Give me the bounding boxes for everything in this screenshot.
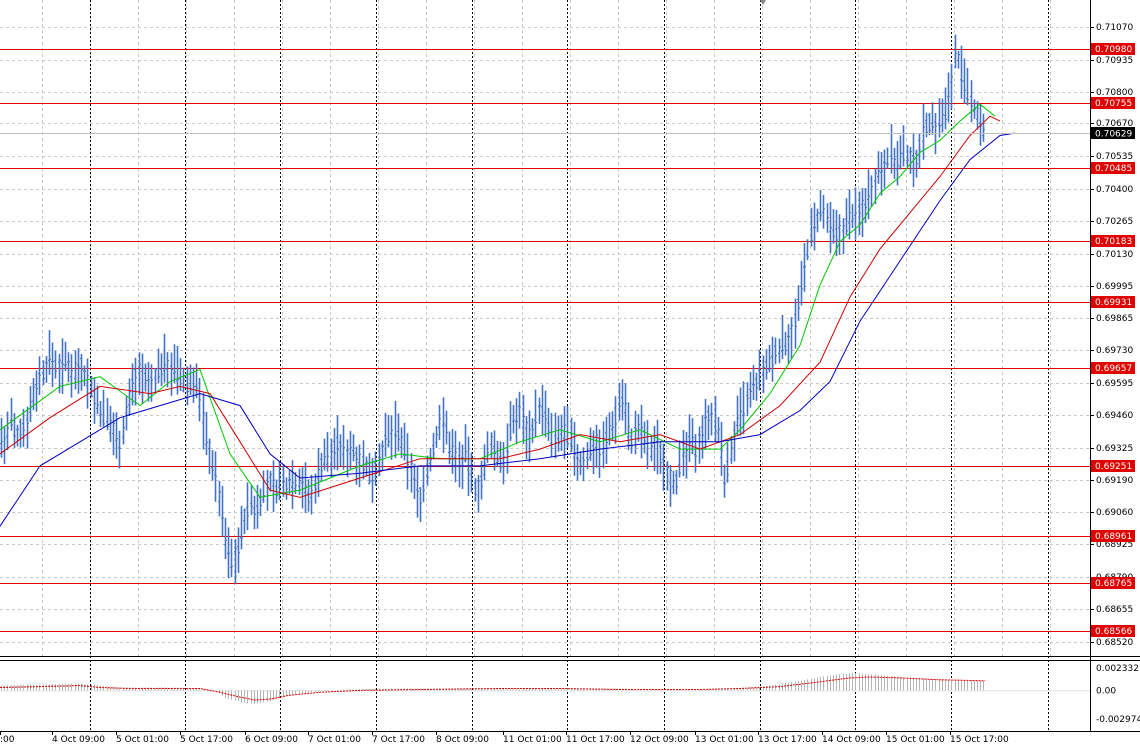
level-price-label: 0.69657 (1095, 364, 1132, 374)
y-tick-label: 0.69995 (1096, 282, 1133, 292)
x-tick-label: :00 (0, 735, 15, 745)
y-tick-label: 0.69190 (1096, 476, 1133, 486)
level-price-label: 0.69931 (1095, 298, 1132, 308)
oscillator-tick-label: 0.00 (1096, 686, 1116, 696)
x-tick-label: 11 Oct 17:00 (566, 735, 625, 745)
x-tick-label: 8 Oct 09:00 (436, 735, 489, 745)
y-tick-label: 0.70265 (1096, 217, 1133, 227)
x-tick-label: 4 Oct 09:00 (52, 735, 105, 745)
x-tick-label: 11 Oct 01:00 (503, 735, 562, 745)
x-tick-label: 7 Oct 01:00 (308, 735, 361, 745)
chart-canvas[interactable]: 0.710700.709350.708000.706700.705350.704… (0, 0, 1140, 754)
trading-chart[interactable]: 0.71070 0.70935 0.70800 0.70670 0.70535 0.704… (0, 0, 1140, 754)
current-price-label: 0.70629 (1095, 130, 1132, 140)
level-price-label: 0.70980 (1095, 45, 1132, 55)
x-tick-label: 6 Oct 09:00 (245, 735, 298, 745)
y-tick-label: 0.70535 (1096, 152, 1133, 162)
level-price-label: 0.70183 (1095, 237, 1132, 247)
y-tick-label: 0.71070 (1096, 23, 1133, 33)
x-tick-label: 12 Oct 09:00 (630, 735, 689, 745)
y-tick-label: 0.69865 (1096, 314, 1133, 324)
level-price-label: 0.70485 (1095, 164, 1132, 174)
x-tick-label: 15 Oct 17:00 (950, 735, 1009, 745)
y-tick-label: 0.69060 (1096, 508, 1133, 518)
x-tick-label: 13 Oct 01:00 (695, 735, 754, 745)
x-tick-label: 14 Oct 09:00 (822, 735, 881, 745)
x-tick-label: 5 Oct 17:00 (180, 735, 233, 745)
y-tick-label: 0.69460 (1096, 411, 1133, 421)
y-tick-label: 0.70800 (1096, 88, 1133, 98)
oscillator-tick-label: 0.002332 (1096, 664, 1139, 674)
level-price-label: 0.68765 (1095, 579, 1132, 589)
y-tick-label: 0.68520 (1096, 638, 1133, 648)
level-price-label: 0.68961 (1095, 532, 1132, 542)
y-tick-label: 0.70935 (1096, 56, 1133, 66)
y-tick-label: 0.70400 (1096, 185, 1133, 195)
y-tick-label: 0.68655 (1096, 605, 1133, 615)
level-price-label: 0.68566 (1095, 627, 1132, 637)
y-tick-label: 0.69595 (1096, 379, 1133, 389)
oscillator-tick-label: -0.002974 (1096, 715, 1140, 725)
x-tick-label: 13 Oct 17:00 (758, 735, 817, 745)
x-tick-label: 5 Oct 01:00 (116, 735, 169, 745)
y-tick-label: 0.69730 (1096, 346, 1133, 356)
y-tick-label: 0.69325 (1096, 444, 1133, 454)
y-tick-label: 0.70130 (1096, 250, 1133, 260)
level-price-label: 0.70755 (1095, 99, 1132, 109)
level-price-label: 0.69251 (1095, 462, 1132, 472)
x-tick-label: 7 Oct 17:00 (372, 735, 425, 745)
x-tick-label: 15 Oct 01:00 (886, 735, 945, 745)
